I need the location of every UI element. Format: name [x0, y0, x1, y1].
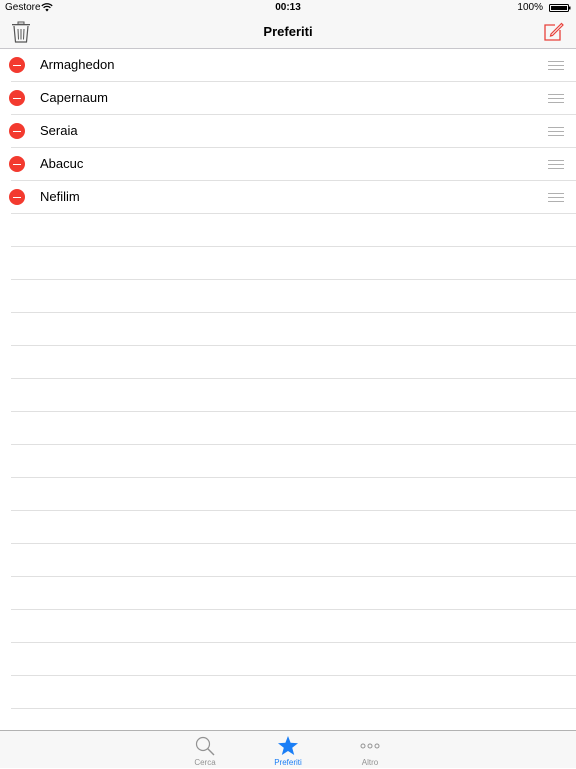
list-item-label: Capernaum — [40, 90, 108, 105]
empty-row — [11, 214, 576, 247]
favorites-list: Armaghedon Capernaum Seraia Abacuc Nefil… — [0, 49, 576, 730]
page-title: Preferiti — [263, 24, 313, 39]
empty-row — [11, 643, 576, 676]
reorder-handle-icon[interactable] — [548, 94, 564, 103]
delete-icon[interactable] — [9, 156, 25, 172]
delete-icon[interactable] — [9, 189, 25, 205]
status-bar: Gestore 00:13 100% — [0, 0, 576, 16]
more-icon — [360, 743, 380, 749]
empty-row — [11, 478, 576, 511]
battery-percent: 100% — [517, 2, 543, 13]
delete-icon[interactable] — [9, 57, 25, 73]
list-item[interactable]: Capernaum — [9, 82, 576, 115]
empty-row — [11, 346, 576, 379]
tab-label: Preferiti — [274, 758, 302, 767]
reorder-handle-icon[interactable] — [548, 160, 564, 169]
reorder-handle-icon[interactable] — [548, 127, 564, 136]
list-item-label: Armaghedon — [40, 57, 115, 72]
empty-row — [11, 577, 576, 610]
reorder-handle-icon[interactable] — [548, 193, 564, 202]
empty-row — [11, 412, 576, 445]
empty-row — [11, 610, 576, 643]
status-time: 00:13 — [275, 2, 301, 13]
star-icon — [278, 736, 298, 755]
reorder-handle-icon[interactable] — [548, 61, 564, 70]
empty-row — [11, 445, 576, 478]
list-item[interactable]: Armaghedon — [9, 49, 576, 82]
compose-icon[interactable] — [542, 21, 564, 43]
empty-row — [11, 379, 576, 412]
tab-cerca[interactable]: Cerca — [175, 731, 235, 769]
list-item-label: Nefilim — [40, 189, 80, 204]
list-item[interactable]: Seraia — [9, 115, 576, 148]
delete-icon[interactable] — [9, 123, 25, 139]
tab-preferiti[interactable]: Preferiti — [258, 731, 318, 769]
empty-row — [11, 544, 576, 577]
delete-icon[interactable] — [9, 90, 25, 106]
list-item[interactable]: Abacuc — [9, 148, 576, 181]
navigation-bar: Preferiti — [0, 16, 576, 49]
tab-bar: Cerca Preferiti Altro — [0, 730, 576, 768]
tab-label: Altro — [361, 758, 379, 767]
empty-row — [11, 313, 576, 346]
tab-label: Cerca — [194, 758, 216, 767]
list-item-label: Seraia — [40, 123, 78, 138]
tab-altro[interactable]: Altro — [340, 731, 400, 769]
empty-row — [11, 247, 576, 280]
battery-icon — [549, 4, 571, 12]
empty-row — [11, 676, 576, 709]
list-item[interactable]: Nefilim — [9, 181, 576, 214]
empty-row — [11, 280, 576, 313]
empty-row — [11, 511, 576, 544]
search-icon — [195, 736, 215, 756]
list-item-label: Abacuc — [40, 156, 84, 171]
